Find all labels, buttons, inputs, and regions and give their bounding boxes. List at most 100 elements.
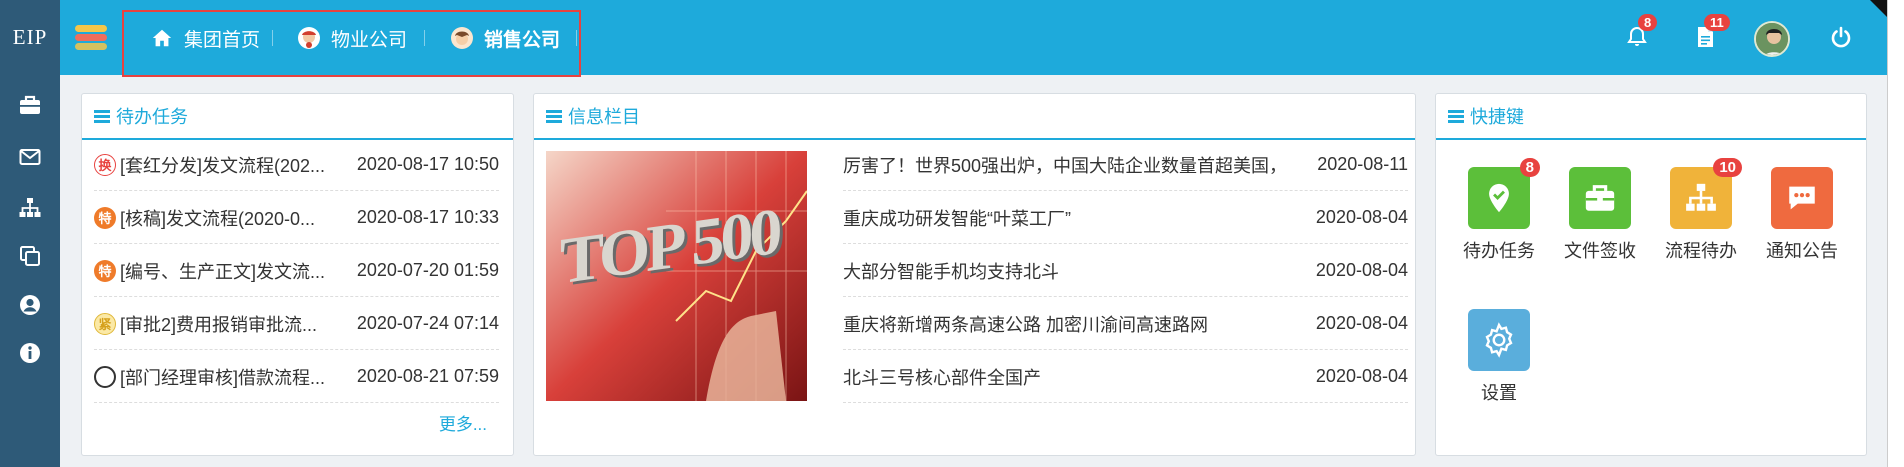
- news-row[interactable]: 重庆成功研发智能“叶菜工厂” 2020-08-04: [843, 192, 1408, 244]
- document-badge: 11: [1704, 14, 1730, 31]
- panel-title: 信息栏目: [568, 107, 640, 127]
- shortcut-process-todo[interactable]: 10 流程待办: [1651, 158, 1751, 263]
- news-row[interactable]: 大部分智能手机均支持北斗 2020-08-04: [843, 245, 1408, 297]
- panel-title: 待办任务: [116, 107, 188, 127]
- location-check-icon: [1489, 183, 1509, 213]
- task-date: 2020-08-21 07:59: [356, 366, 499, 386]
- news-title: 重庆将新增两条高速公路 加密川渝间高速路网: [843, 314, 1208, 335]
- more-link[interactable]: 更多...: [439, 410, 487, 435]
- task-row[interactable]: 特 [编号、生产正文]发文流... 2020-07-20 01:59: [94, 245, 499, 297]
- task-tag: [94, 365, 116, 388]
- shortcut-tile: 10: [1670, 158, 1742, 229]
- user-avatar[interactable]: [1754, 21, 1790, 57]
- copy-icon[interactable]: [15, 241, 45, 271]
- list-icon: [546, 109, 562, 123]
- task-tag: 特: [94, 259, 116, 282]
- panel-header: 信息栏目: [534, 94, 1415, 140]
- shortcut-tile: 8: [1468, 158, 1540, 229]
- avatar-icon: [297, 26, 321, 50]
- shortcut-file-receipt[interactable]: 文件签收: [1550, 167, 1650, 263]
- task-row[interactable]: 特 [核稿]发文流程(2020-0... 2020-08-17 10:33: [94, 192, 499, 244]
- list-icon: [94, 109, 110, 123]
- news-panel: 信息栏目 TOP 500 厉害了！世界500强出炉，中国大陆企业数量首超美国，.…: [533, 93, 1416, 456]
- panel-title: 快捷键: [1470, 107, 1524, 127]
- shortcuts-panel: 快捷键 8 待办任务 文件签收 10 流程待办 通知公告 设置: [1435, 93, 1867, 456]
- shortcut-todo-tasks[interactable]: 8 待办任务: [1449, 158, 1549, 263]
- panel-header: 快捷键: [1436, 94, 1866, 140]
- news-date: 2020-08-04: [1315, 313, 1408, 333]
- left-sidebar: EIP: [0, 0, 60, 467]
- task-date: 2020-08-17 10:33: [356, 207, 499, 227]
- briefcase-icon[interactable]: [15, 90, 45, 120]
- tab-label: 集团首页: [184, 29, 261, 51]
- shortcut-tile: [1468, 309, 1530, 371]
- task-title: [核稿]发文流程(2020-0...: [120, 208, 316, 229]
- tab-divider: [576, 30, 577, 46]
- menu-toggle-icon[interactable]: [75, 25, 107, 51]
- info-icon[interactable]: [15, 338, 45, 368]
- org-chart-icon: [1686, 183, 1716, 211]
- notification-badge: 8: [1638, 14, 1658, 31]
- mail-icon[interactable]: [15, 142, 45, 172]
- shortcut-label: 流程待办: [1665, 241, 1737, 261]
- news-row[interactable]: 北斗三号核心部件全国产 2020-08-04: [843, 351, 1408, 403]
- task-title: [部门经理审核]借款流程...: [120, 367, 326, 388]
- shortcut-announcements[interactable]: 通知公告: [1752, 167, 1852, 263]
- org-chart-icon[interactable]: [15, 193, 45, 223]
- news-title: 重庆成功研发智能“叶菜工厂”: [843, 208, 1071, 229]
- top-header: 集团首页 物业公司 销售公司 8 11: [60, 0, 1887, 77]
- power-icon: [1831, 26, 1851, 48]
- shortcut-settings[interactable]: 设置: [1449, 309, 1549, 405]
- documents-button[interactable]: 11: [1688, 14, 1730, 54]
- chat-icon: [1789, 186, 1815, 210]
- news-date: 2020-08-11: [1317, 154, 1408, 174]
- news-row[interactable]: 重庆将新增两条高速公路 加密川渝间高速路网 2020-08-04: [843, 298, 1408, 350]
- task-row[interactable]: 换 [套红分发]发文流程(202... 2020-08-17 10:50: [94, 139, 499, 191]
- task-date: 2020-07-24 07:14: [356, 313, 499, 333]
- task-tag: 特: [94, 206, 116, 229]
- shortcut-tile: [1771, 167, 1833, 229]
- task-title: [审批2]费用报销审批流...: [120, 314, 318, 335]
- tasks-panel: 待办任务 换 [套红分发]发文流程(202... 2020-08-17 10:5…: [81, 93, 514, 456]
- task-date: 2020-08-17 10:50: [356, 154, 499, 174]
- tab-divider: [424, 30, 425, 46]
- tab-label: 销售公司: [484, 29, 561, 51]
- news-date: 2020-08-04: [1315, 260, 1408, 280]
- shortcut-label: 通知公告: [1766, 241, 1838, 261]
- power-button[interactable]: [1824, 20, 1858, 54]
- tab-divider: [272, 30, 273, 46]
- task-title: [套红分发]发文流程(202...: [120, 155, 326, 176]
- tab-label: 物业公司: [331, 29, 408, 51]
- shortcut-label: 文件签收: [1564, 241, 1636, 261]
- news-date: 2020-08-04: [1315, 207, 1408, 227]
- gear-icon: [1485, 322, 1513, 358]
- list-icon: [1448, 109, 1464, 123]
- news-title: 大部分智能手机均支持北斗: [843, 261, 1059, 282]
- panel-header: 待办任务: [82, 94, 513, 140]
- tab-property-company[interactable]: 物业公司: [297, 25, 407, 51]
- tab-sales-company[interactable]: 销售公司: [450, 25, 560, 51]
- news-row[interactable]: 厉害了！世界500强出炉，中国大陆企业数量首超美国，... 2020-08-11: [843, 139, 1408, 191]
- briefcase-icon: [1585, 185, 1615, 211]
- avatar-icon: [450, 26, 474, 50]
- task-row[interactable]: [部门经理审核]借款流程... 2020-08-21 07:59: [94, 351, 499, 403]
- shortcut-badge: 10: [1713, 158, 1742, 177]
- shortcut-badge: 8: [1519, 158, 1540, 177]
- task-date: 2020-07-20 01:59: [356, 260, 499, 280]
- tab-group-home[interactable]: 集团首页: [150, 25, 260, 51]
- page-scrollbar[interactable]: [1887, 0, 1904, 467]
- home-icon: [150, 26, 174, 50]
- task-row[interactable]: 紧 [审批2]费用报销审批流... 2020-07-24 07:14: [94, 298, 499, 350]
- news-title: 厉害了！世界500强出炉，中国大陆企业数量首超美国，...: [843, 155, 1283, 176]
- shortcut-tile: [1569, 167, 1631, 229]
- task-title: [编号、生产正文]发文流...: [120, 261, 326, 282]
- news-title: 北斗三号核心部件全国产: [843, 367, 1041, 388]
- shortcut-label: 待办任务: [1463, 241, 1535, 261]
- task-tag: 换: [94, 153, 116, 176]
- corner-marker: [1870, 0, 1887, 17]
- notifications-button[interactable]: 8: [1620, 14, 1658, 54]
- news-date: 2020-08-04: [1315, 366, 1408, 386]
- news-featured-image[interactable]: TOP 500: [546, 151, 807, 401]
- task-tag: 紧: [94, 312, 116, 335]
- user-circle-icon[interactable]: [15, 290, 45, 320]
